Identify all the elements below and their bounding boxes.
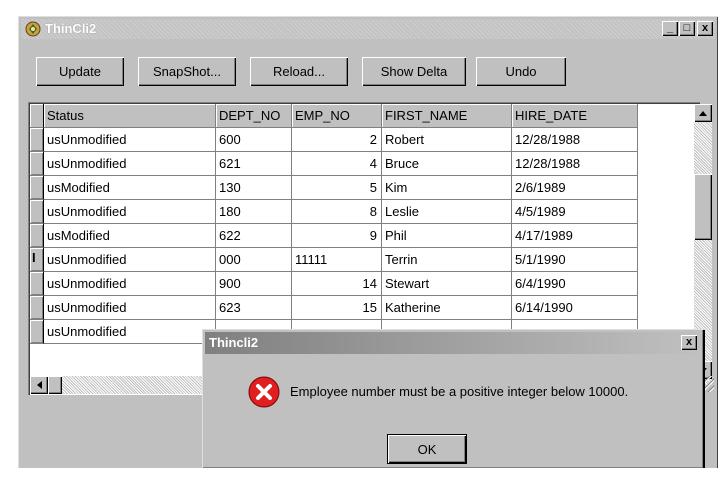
cell-status[interactable]: usUnmodified bbox=[44, 320, 216, 344]
dialog-title-bar[interactable]: Thincli2 x bbox=[205, 332, 701, 354]
cell-hire-date[interactable]: 12/28/1988 bbox=[512, 152, 638, 176]
cell-status[interactable]: usUnmodified bbox=[44, 272, 216, 296]
cell-emp-no-editor[interactable]: 11111 bbox=[292, 248, 382, 272]
cell-emp-no[interactable]: 5 bbox=[292, 176, 382, 200]
scroll-up-button[interactable] bbox=[694, 104, 712, 122]
close-icon: x bbox=[701, 22, 709, 34]
row-indicator[interactable] bbox=[30, 128, 44, 152]
undo-button[interactable]: Undo bbox=[476, 57, 566, 86]
arrow-left-icon bbox=[36, 381, 42, 389]
column-header-hire-date[interactable]: HIRE_DATE bbox=[512, 104, 638, 128]
cell-hire-date[interactable]: 4/5/1989 bbox=[512, 200, 638, 224]
dialog-close-button[interactable]: x bbox=[681, 335, 697, 350]
cell-first-name[interactable]: Robert bbox=[382, 128, 512, 152]
column-header-emp-no[interactable]: EMP_NO bbox=[292, 104, 382, 128]
cell-first-name[interactable]: Katherine bbox=[382, 296, 512, 320]
cell-hire-date[interactable]: 12/28/1988 bbox=[512, 128, 638, 152]
table-row[interactable]: usUnmodified 600 2 Robert 12/28/1988 bbox=[30, 128, 638, 152]
row-indicator[interactable] bbox=[30, 296, 44, 320]
cell-status[interactable]: usUnmodified bbox=[44, 200, 216, 224]
show-delta-button[interactable]: Show Delta bbox=[362, 57, 466, 86]
error-icon bbox=[248, 376, 280, 408]
row-indicator[interactable] bbox=[30, 272, 44, 296]
cell-status[interactable]: usUnmodified bbox=[44, 128, 216, 152]
app-icon bbox=[25, 21, 41, 37]
cell-dept-no[interactable]: 130 bbox=[216, 176, 292, 200]
error-dialog: Thincli2 x Employee number must be a pos… bbox=[202, 329, 704, 469]
update-button[interactable]: Update bbox=[36, 57, 124, 86]
table-row[interactable]: usUnmodified 623 15 Katherine 6/14/1990 bbox=[30, 296, 638, 320]
dialog-title: Thincli2 bbox=[209, 335, 259, 350]
cell-dept-no[interactable]: 623 bbox=[216, 296, 292, 320]
cell-first-name[interactable]: Phil bbox=[382, 224, 512, 248]
close-icon: x bbox=[685, 336, 693, 348]
scroll-left-button[interactable] bbox=[30, 376, 48, 394]
column-header-status[interactable]: Status bbox=[44, 104, 216, 128]
row-edit-indicator-icon[interactable]: I bbox=[30, 248, 44, 272]
cell-first-name[interactable]: Terrin bbox=[382, 248, 512, 272]
column-header-dept-no[interactable]: DEPT_NO bbox=[216, 104, 292, 128]
title-bar[interactable]: ThinCli2 _ □ x bbox=[21, 19, 715, 39]
cell-dept-no[interactable]: 622 bbox=[216, 224, 292, 248]
table-row[interactable]: usUnmodified 180 8 Leslie 4/5/1989 bbox=[30, 200, 638, 224]
horizontal-scroll-thumb[interactable] bbox=[48, 376, 62, 394]
cell-emp-no[interactable]: 4 bbox=[292, 152, 382, 176]
minimize-icon: _ bbox=[666, 22, 674, 34]
maximize-icon: □ bbox=[683, 22, 691, 34]
cell-first-name[interactable]: Bruce bbox=[382, 152, 512, 176]
cell-hire-date[interactable]: 4/17/1989 bbox=[512, 224, 638, 248]
desktop-background-bottom bbox=[0, 468, 718, 491]
minimize-button[interactable]: _ bbox=[662, 21, 678, 36]
cell-emp-no[interactable]: 14 bbox=[292, 272, 382, 296]
table-row[interactable]: usModified 130 5 Kim 2/6/1989 bbox=[30, 176, 638, 200]
cell-status[interactable]: usUnmodified bbox=[44, 152, 216, 176]
cell-first-name[interactable]: Leslie bbox=[382, 200, 512, 224]
table-row[interactable]: usUnmodified 900 14 Stewart 6/4/1990 bbox=[30, 272, 638, 296]
cell-hire-date[interactable]: 5/1/1990 bbox=[512, 248, 638, 272]
error-message: Employee number must be a positive integ… bbox=[290, 384, 629, 399]
snapshot-button[interactable]: SnapShot... bbox=[138, 57, 236, 86]
horizontal-scrollbar[interactable] bbox=[30, 376, 230, 394]
cell-dept-no[interactable]: 600 bbox=[216, 128, 292, 152]
row-indicator[interactable] bbox=[30, 152, 44, 176]
cell-emp-no[interactable]: 9 bbox=[292, 224, 382, 248]
cell-dept-no[interactable]: 621 bbox=[216, 152, 292, 176]
cell-emp-no[interactable]: 15 bbox=[292, 296, 382, 320]
cell-first-name[interactable]: Kim bbox=[382, 176, 512, 200]
cell-dept-no[interactable]: 000 bbox=[216, 248, 292, 272]
table-row-editing[interactable]: I usUnmodified 000 11111 Terrin 5/1/1990 bbox=[30, 248, 638, 272]
window-title: ThinCli2 bbox=[45, 21, 97, 36]
row-indicator[interactable] bbox=[30, 200, 44, 224]
row-indicator[interactable] bbox=[30, 320, 44, 344]
grid-header-row: Status DEPT_NO EMP_NO FIRST_NAME HIRE_DA… bbox=[30, 104, 638, 128]
cell-dept-no[interactable]: 180 bbox=[216, 200, 292, 224]
cell-status[interactable]: usUnmodified bbox=[44, 248, 216, 272]
cell-hire-date[interactable]: 6/14/1990 bbox=[512, 296, 638, 320]
cell-status[interactable]: usModified bbox=[44, 224, 216, 248]
cell-hire-date[interactable]: 2/6/1989 bbox=[512, 176, 638, 200]
desktop-background bbox=[0, 0, 718, 16]
table-row[interactable]: usUnmodified 621 4 Bruce 12/28/1988 bbox=[30, 152, 638, 176]
cell-emp-no[interactable]: 2 bbox=[292, 128, 382, 152]
cell-status[interactable]: usUnmodified bbox=[44, 296, 216, 320]
cell-first-name[interactable]: Stewart bbox=[382, 272, 512, 296]
column-header-first-name[interactable]: FIRST_NAME bbox=[382, 104, 512, 128]
cell-emp-no[interactable]: 8 bbox=[292, 200, 382, 224]
maximize-button[interactable]: □ bbox=[679, 21, 695, 36]
cell-status[interactable]: usModified bbox=[44, 176, 216, 200]
close-button[interactable]: x bbox=[697, 21, 713, 36]
row-indicator[interactable] bbox=[30, 176, 44, 200]
cell-dept-no[interactable]: 900 bbox=[216, 272, 292, 296]
table-row[interactable]: usModified 622 9 Phil 4/17/1989 bbox=[30, 224, 638, 248]
row-indicator[interactable] bbox=[30, 224, 44, 248]
vertical-scroll-thumb[interactable] bbox=[694, 174, 712, 240]
row-indicator-header bbox=[30, 104, 44, 128]
reload-button[interactable]: Reload... bbox=[250, 57, 348, 86]
ok-button[interactable]: OK bbox=[388, 435, 466, 463]
cell-hire-date[interactable]: 6/4/1990 bbox=[512, 272, 638, 296]
arrow-up-icon bbox=[699, 110, 707, 116]
